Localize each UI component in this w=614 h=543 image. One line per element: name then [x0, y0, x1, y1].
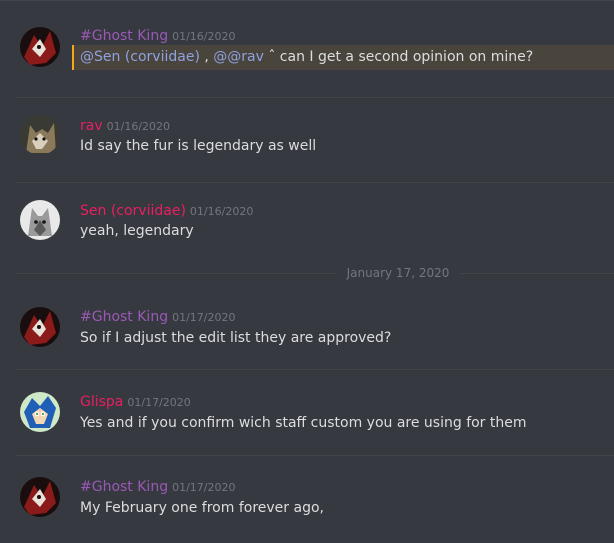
- date-separator: January 17, 2020: [16, 266, 614, 280]
- top-divider: [0, 0, 614, 1]
- message-content: Yes and if you confirm wich staff custom…: [80, 415, 527, 431]
- glispa-avatar-icon: [20, 392, 60, 432]
- message-divider: [16, 97, 614, 98]
- user-avatar[interactable]: [20, 115, 60, 155]
- username[interactable]: #Ghost King: [80, 309, 168, 325]
- chat-log: #Ghost King 01/16/2020 @Sen (corviidae) ,…: [0, 0, 614, 543]
- user-avatar[interactable]: [20, 307, 60, 347]
- timestamp: 01/16/2020: [106, 120, 171, 133]
- username[interactable]: #Ghost King: [80, 28, 168, 44]
- date-separator-line: [460, 273, 614, 274]
- message-text: ˆ can I get a second opinion on mine?: [263, 49, 534, 65]
- mention-link[interactable]: @Sen (corviidae): [80, 49, 200, 65]
- message-content: Id say the fur is legendary as well: [80, 138, 317, 154]
- timestamp: 01/17/2020: [127, 396, 191, 409]
- message-header: Glispa 01/17/2020: [80, 392, 191, 412]
- user-avatar[interactable]: [20, 200, 60, 240]
- message-content: So if I adjust the edit list they are ap…: [80, 330, 392, 346]
- message-header: #Ghost King 01/16/2020: [80, 26, 236, 46]
- message-header: Sen (corviidae) 01/16/2020: [80, 201, 253, 221]
- timestamp: 01/17/2020: [172, 311, 236, 324]
- message-divider: [16, 455, 614, 456]
- message-content: yeah, legendary: [80, 223, 194, 239]
- username[interactable]: Sen (corviidae): [80, 203, 186, 219]
- sen-avatar-icon: [20, 200, 60, 240]
- date-separator-line: [16, 273, 336, 274]
- message-header: #Ghost King 01/17/2020: [80, 477, 236, 497]
- ghost-king-avatar-icon: [20, 27, 60, 67]
- rav-avatar-icon: [20, 115, 60, 155]
- timestamp: 01/17/2020: [172, 481, 236, 494]
- message-header: rav 01/16/2020: [80, 116, 170, 136]
- user-avatar[interactable]: [20, 392, 60, 432]
- mention-link[interactable]: @@rav: [213, 49, 264, 65]
- message-content: @Sen (corviidae) , @@rav ˆ can I get a s…: [80, 47, 533, 67]
- username[interactable]: Glispa: [80, 394, 123, 410]
- mention-separator: ,: [199, 49, 214, 65]
- user-avatar[interactable]: [20, 27, 60, 67]
- user-avatar[interactable]: [20, 477, 60, 517]
- timestamp: 01/16/2020: [172, 30, 236, 43]
- message-header: #Ghost King 01/17/2020: [80, 307, 236, 327]
- ghost-king-avatar-icon: [20, 477, 60, 517]
- date-separator-label: January 17, 2020: [346, 266, 450, 280]
- mention-bar: [72, 45, 74, 70]
- message-divider: [16, 182, 614, 183]
- username[interactable]: #Ghost King: [80, 479, 168, 495]
- message-content: My February one from forever ago,: [80, 500, 324, 516]
- timestamp: 01/16/2020: [189, 205, 254, 218]
- message-divider: [16, 369, 614, 370]
- ghost-king-avatar-icon: [20, 307, 60, 347]
- username[interactable]: rav: [80, 118, 103, 134]
